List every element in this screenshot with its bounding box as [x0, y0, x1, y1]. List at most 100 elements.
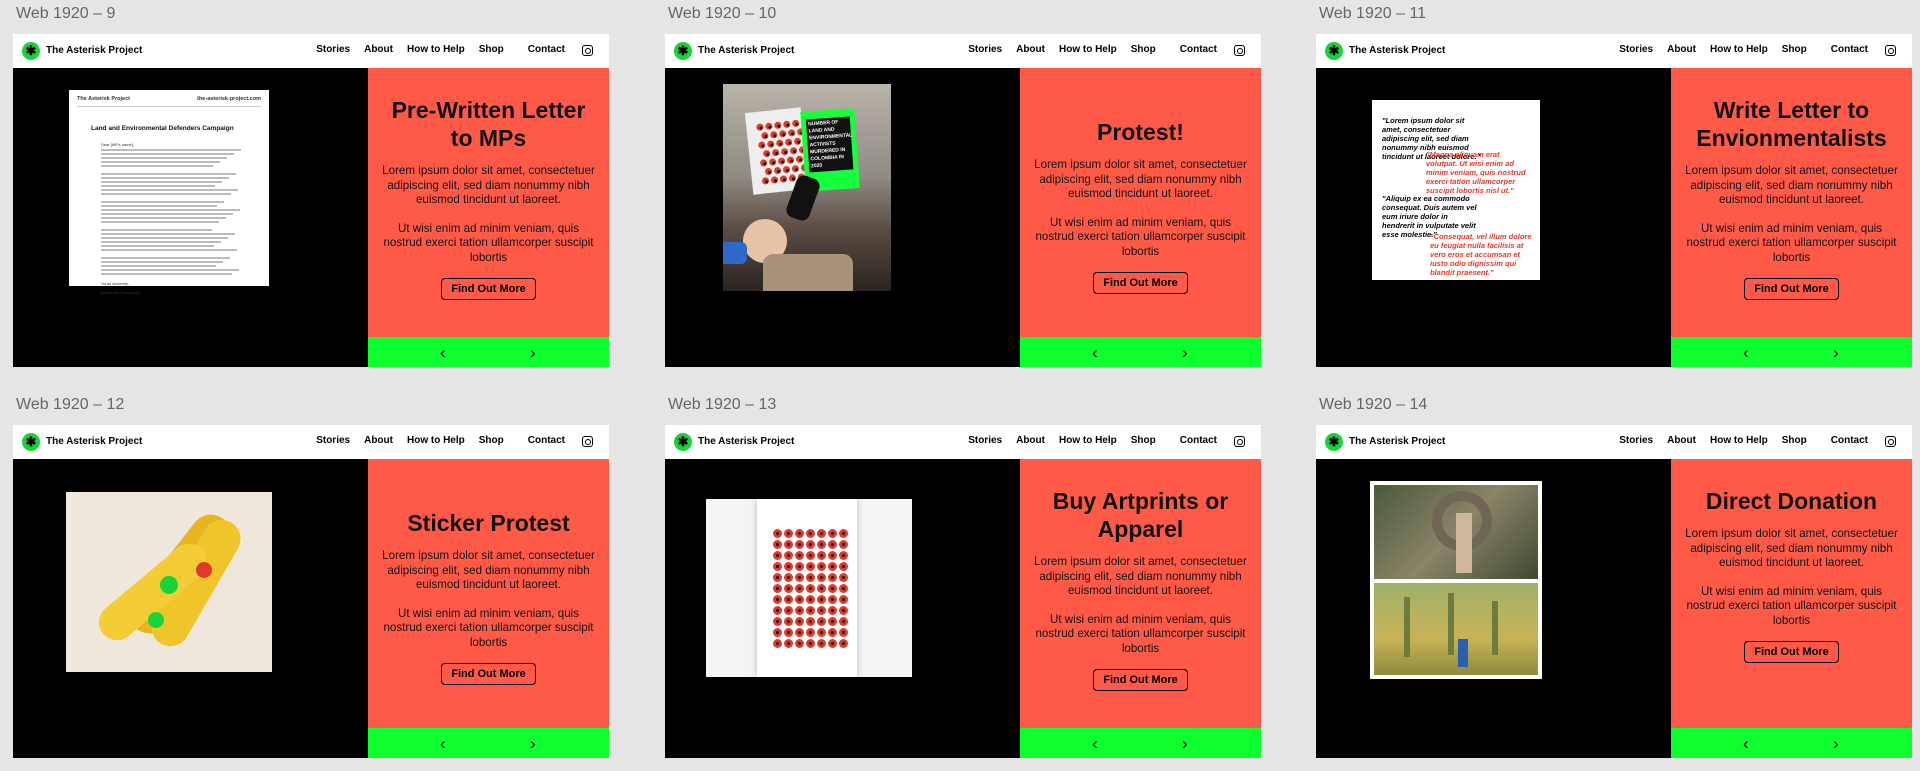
nav-link-contact[interactable]: Contact: [1831, 44, 1868, 55]
nav-link-about[interactable]: About: [1667, 44, 1696, 55]
coat: [763, 254, 853, 291]
nav-link-how-to-help[interactable]: How to Help: [1710, 435, 1768, 446]
find-out-more-button[interactable]: Find Out More: [441, 278, 536, 300]
letter-greeting: Dear [MP's name],: [101, 142, 134, 147]
nav-link-about[interactable]: About: [1016, 435, 1045, 446]
web-frame: The Asterisk Project Stories About How to …: [1316, 425, 1912, 758]
nav-link-about[interactable]: About: [364, 435, 393, 446]
nav-link-shop[interactable]: Shop: [479, 44, 504, 55]
chevron-right-icon[interactable]: ›: [1182, 343, 1188, 363]
nav-link-contact[interactable]: Contact: [1180, 44, 1217, 55]
panel-body-2: Ut wisi enim ad minim veniam, quis nostr…: [383, 606, 594, 649]
panel-body-2: Ut wisi enim ad minim veniam, quis nostr…: [383, 221, 594, 264]
nav-link-how-to-help[interactable]: How to Help: [1710, 44, 1768, 55]
web-frame: The Asterisk Project Stories About How to …: [1316, 34, 1912, 367]
nav-link-shop[interactable]: Shop: [1131, 435, 1156, 446]
nav-links: Stories About How to Help Shop Contact: [316, 44, 565, 55]
panel-title: Protest!: [1097, 119, 1184, 145]
instagram-icon[interactable]: [1885, 436, 1896, 447]
chevron-right-icon[interactable]: ›: [1182, 734, 1188, 754]
find-out-more-button[interactable]: Find Out More: [1744, 278, 1839, 300]
nav-link-about[interactable]: About: [364, 44, 393, 55]
asterisk-logo-icon[interactable]: [674, 433, 692, 451]
image-panel: [665, 459, 1020, 758]
find-out-more-button[interactable]: Find Out More: [1744, 641, 1839, 663]
panel-body-2: Ut wisi enim ad minim veniam, quis nostr…: [1035, 215, 1246, 258]
chevron-right-icon[interactable]: ›: [530, 734, 536, 754]
panel-body-1: Lorem ipsum dolor sit amet, consectetuer…: [1034, 555, 1247, 597]
nav-link-how-to-help[interactable]: How to Help: [407, 44, 465, 55]
nav-link-contact[interactable]: Contact: [1831, 435, 1868, 446]
brand-name[interactable]: The Asterisk Project: [46, 45, 142, 56]
nav-link-shop[interactable]: Shop: [1131, 44, 1156, 55]
asterisk-logo-icon[interactable]: [1325, 42, 1343, 60]
chevron-left-icon[interactable]: ‹: [440, 734, 446, 754]
instagram-icon[interactable]: [1234, 436, 1245, 447]
brand-name[interactable]: The Asterisk Project: [1349, 436, 1445, 447]
nav-link-shop[interactable]: Shop: [1782, 435, 1807, 446]
chevron-right-icon[interactable]: ›: [530, 343, 536, 363]
brand-name[interactable]: The Asterisk Project: [698, 436, 794, 447]
info-panel: Sticker Protest Lorem ipsum dolor sit am…: [368, 459, 609, 728]
nav-link-stories[interactable]: Stories: [316, 44, 350, 55]
top-nav: The Asterisk Project Stories About How to …: [1316, 34, 1912, 68]
chevron-left-icon[interactable]: ‹: [1092, 734, 1098, 754]
artboard-label[interactable]: Web 1920 – 12: [16, 396, 124, 414]
nav-links: Stories About How to Help Shop Contact: [968, 44, 1217, 55]
find-out-more-button[interactable]: Find Out More: [1093, 272, 1188, 294]
artboard-label[interactable]: Web 1920 – 9: [16, 5, 115, 23]
chevron-left-icon[interactable]: ‹: [1743, 734, 1749, 754]
chevron-left-icon[interactable]: ‹: [1092, 343, 1098, 363]
artboard-label[interactable]: Web 1920 – 10: [668, 5, 776, 23]
instagram-icon[interactable]: [582, 45, 593, 56]
nav-link-stories[interactable]: Stories: [968, 44, 1002, 55]
carousel-controls: ‹ ›: [368, 337, 609, 367]
panel-title: Direct Donation: [1705, 488, 1878, 514]
nav-link-about[interactable]: About: [1667, 435, 1696, 446]
artboard-label[interactable]: Web 1920 – 13: [668, 396, 776, 414]
panel-body-1: Lorem ipsum dolor sit amet, consectetuer…: [382, 549, 595, 591]
chevron-right-icon[interactable]: ›: [1833, 343, 1839, 363]
panel-body-1: Lorem ipsum dolor sit amet, consectetuer…: [382, 164, 595, 206]
nav-link-stories[interactable]: Stories: [1619, 44, 1653, 55]
asterisk-logo-icon[interactable]: [22, 42, 40, 60]
green-sticker: [160, 576, 178, 594]
asterisk-logo-icon[interactable]: [674, 42, 692, 60]
image-panel: The Asterisk Project the-asterisk-project…: [13, 68, 368, 367]
nav-links: Stories About How to Help Shop Contact: [968, 435, 1217, 446]
nav-link-stories[interactable]: Stories: [968, 435, 1002, 446]
nav-link-contact[interactable]: Contact: [1180, 435, 1217, 446]
brand-name[interactable]: The Asterisk Project: [1349, 45, 1445, 56]
instagram-icon[interactable]: [582, 436, 593, 447]
web-frame: The Asterisk Project Stories About How to …: [665, 34, 1261, 367]
nav-link-how-to-help[interactable]: How to Help: [1059, 44, 1117, 55]
asterisk-logo-icon[interactable]: [22, 433, 40, 451]
quote-2: "Magna aliquam erat volutpat. Ut wisi en…: [1426, 150, 1526, 195]
nav-link-contact[interactable]: Contact: [528, 44, 565, 55]
chevron-right-icon[interactable]: ›: [1833, 734, 1839, 754]
artboard-label[interactable]: Web 1920 – 11: [1319, 5, 1426, 23]
nav-link-contact[interactable]: Contact: [528, 435, 565, 446]
instagram-icon[interactable]: [1885, 45, 1896, 56]
nav-link-about[interactable]: About: [1016, 44, 1045, 55]
find-out-more-button[interactable]: Find Out More: [1093, 669, 1188, 691]
nav-link-stories[interactable]: Stories: [316, 435, 350, 446]
info-panel: Buy Artprints or Apparel Lorem ipsum dol…: [1020, 459, 1261, 728]
asterisk-logo-icon[interactable]: [1325, 433, 1343, 451]
image-panel: NUMBER OF LAND AND ENVIRONMENTAL ACTIVIS…: [665, 68, 1020, 367]
artboard-label[interactable]: Web 1920 – 14: [1319, 396, 1427, 414]
chevron-left-icon[interactable]: ‹: [440, 343, 446, 363]
letter-signoff: Yours sincerely,: [101, 281, 129, 286]
instagram-icon[interactable]: [1234, 45, 1245, 56]
nav-link-how-to-help[interactable]: How to Help: [1059, 435, 1117, 446]
info-panel: Pre-Written Letter to MPs Lorem ipsum do…: [368, 68, 609, 337]
brand-name[interactable]: The Asterisk Project: [46, 436, 142, 447]
nav-link-stories[interactable]: Stories: [1619, 435, 1653, 446]
nav-link-shop[interactable]: Shop: [1782, 44, 1807, 55]
nav-link-shop[interactable]: Shop: [479, 435, 504, 446]
find-out-more-button[interactable]: Find Out More: [441, 663, 536, 685]
brand-name[interactable]: The Asterisk Project: [698, 45, 794, 56]
nav-link-how-to-help[interactable]: How to Help: [407, 435, 465, 446]
chevron-left-icon[interactable]: ‹: [1743, 343, 1749, 363]
photo-man-rock: [1374, 485, 1538, 579]
